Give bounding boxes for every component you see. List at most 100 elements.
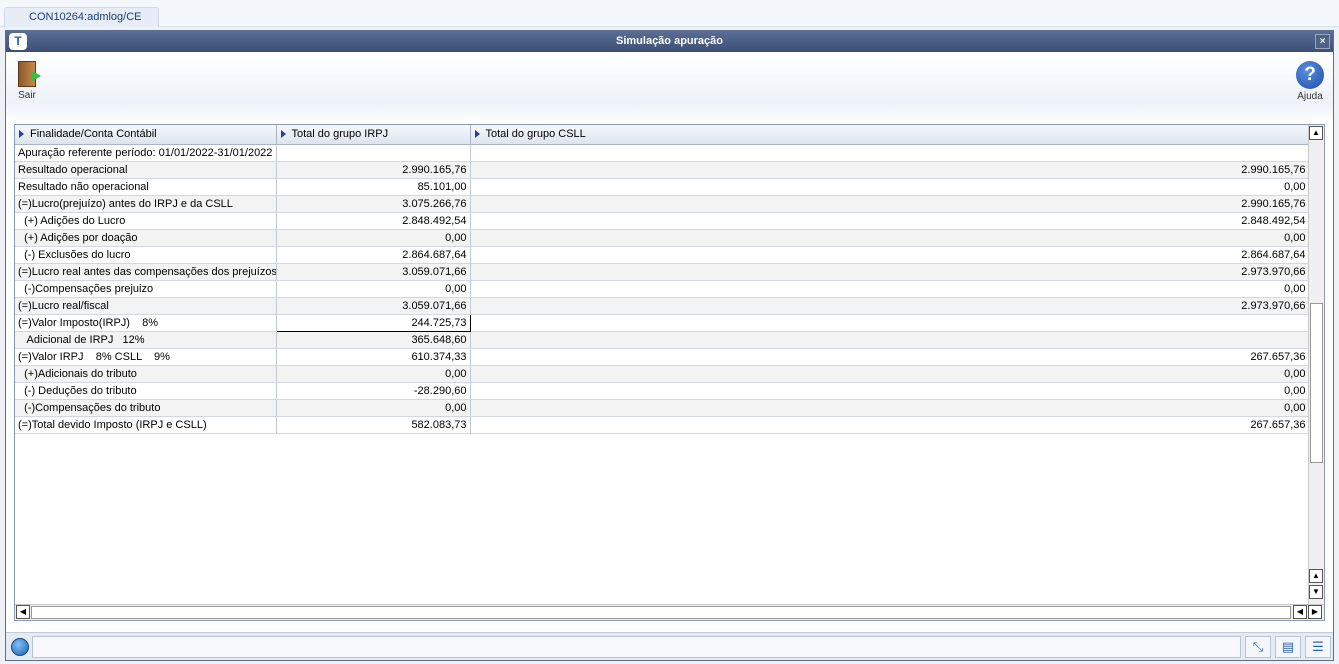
irpj-value-cell[interactable]: 0,00 bbox=[276, 399, 471, 417]
scroll-up-icon[interactable]: ▲ bbox=[1309, 126, 1323, 140]
account-cell[interactable]: Resultado operacional bbox=[15, 161, 277, 179]
irpj-value-cell[interactable]: 610.374,33 bbox=[276, 348, 471, 366]
account-cell[interactable]: Adicional de IRPJ 12% bbox=[15, 331, 277, 349]
csll-value-cell[interactable]: 2.973.970,66 bbox=[470, 263, 1310, 281]
scroll-left-icon[interactable]: ◀ bbox=[16, 605, 30, 619]
toolbar: Sair ? Ajuda bbox=[6, 52, 1333, 124]
results-table: Finalidade/Conta Contábil Total do grupo… bbox=[15, 125, 1310, 434]
help-button-label: Ajuda bbox=[1297, 91, 1323, 102]
csll-value-cell[interactable]: 0,00 bbox=[470, 399, 1310, 417]
table-row[interactable]: Resultado operacional 2.990.165,76 2.990.1… bbox=[15, 161, 1310, 179]
scroll-right-end-icon[interactable]: ◀ bbox=[1293, 605, 1307, 619]
account-cell[interactable]: (-) Deduções do tributo bbox=[15, 382, 277, 400]
irpj-value-cell[interactable]: 0,00 bbox=[276, 365, 471, 383]
table-row[interactable]: (=)Total devido Imposto (IRPJ e CSLL) 582… bbox=[15, 416, 1310, 434]
session-tab[interactable]: CON10264:admlog/CE bbox=[4, 7, 159, 27]
irpj-value-cell[interactable]: 0,00 bbox=[276, 229, 471, 247]
account-cell[interactable]: (-)Compensações do tributo bbox=[15, 399, 277, 417]
window-titlebar: T Simulação apuração × bbox=[6, 31, 1333, 52]
account-cell[interactable]: Resultado não operacional bbox=[15, 178, 277, 196]
irpj-value-cell[interactable]: 365.648,60 bbox=[276, 331, 471, 349]
vertical-scroll-thumb[interactable] bbox=[1310, 303, 1323, 463]
account-cell[interactable]: (=)Total devido Imposto (IRPJ e CSLL) bbox=[15, 416, 277, 434]
horizontal-scrollbar[interactable]: ◀ ◀ ▶ bbox=[15, 604, 1324, 620]
horizontal-scroll-thumb[interactable] bbox=[31, 606, 1291, 619]
column-header-csll[interactable]: Total do grupo CSLL bbox=[470, 125, 1310, 145]
irpj-value-cell[interactable]: 244.725,73 bbox=[275, 313, 471, 332]
csll-value-cell[interactable]: 0,00 bbox=[470, 229, 1310, 247]
table-row[interactable]: Apuração referente período: 01/01/2022-3… bbox=[15, 144, 1310, 162]
table-row[interactable]: (=)Lucro real antes das compensações dos… bbox=[15, 263, 1310, 281]
account-cell[interactable]: (=)Valor IRPJ 8% CSLL 9% bbox=[15, 348, 277, 366]
table-row[interactable]: (-)Compensações prejuizo 0,00 0,00 bbox=[15, 280, 1310, 298]
app-logo-icon: T bbox=[9, 33, 27, 50]
column-header-irpj[interactable]: Total do grupo IRPJ bbox=[276, 125, 471, 145]
account-cell[interactable]: (+)Adicionais do tributo bbox=[15, 365, 277, 383]
vertical-scrollbar[interactable]: ▲ ▲ ▼ bbox=[1308, 125, 1324, 605]
table-row[interactable]: (=)Lucro real/fiscal 3.059.071,66 2.973.97… bbox=[15, 297, 1310, 315]
account-cell[interactable]: (+) Adições do Lucro bbox=[15, 212, 277, 230]
irpj-value-cell[interactable]: 0,00 bbox=[276, 280, 471, 298]
table-row[interactable]: (-)Compensações do tributo 0,00 0,00 bbox=[15, 399, 1310, 417]
table-row[interactable]: (=)Lucro(prejuízo) antes do IRPJ e da CS… bbox=[15, 195, 1310, 213]
account-cell[interactable]: (=)Lucro real/fiscal bbox=[15, 297, 277, 315]
csll-value-cell[interactable]: 0,00 bbox=[470, 280, 1310, 298]
irpj-value-cell[interactable]: -28.290,60 bbox=[276, 382, 471, 400]
results-grid: Finalidade/Conta Contábil Total do grupo… bbox=[14, 124, 1325, 621]
column-header-account[interactable]: Finalidade/Conta Contábil bbox=[15, 125, 277, 145]
irpj-value-cell[interactable]: 2.864.687,64 bbox=[276, 246, 471, 264]
irpj-value-cell[interactable]: 582.083,73 bbox=[276, 416, 471, 434]
csll-value-cell[interactable]: 267.657,36 bbox=[470, 416, 1310, 434]
table-row[interactable]: (-) Deduções do tributo -28.290,60 0,00 bbox=[15, 382, 1310, 400]
table-row[interactable]: (-) Exclusões do lucro 2.864.687,64 2.864.… bbox=[15, 246, 1310, 264]
irpj-value-cell[interactable]: 2.848.492,54 bbox=[276, 212, 471, 230]
exit-button[interactable]: Sair bbox=[12, 61, 42, 101]
csll-value-cell[interactable]: 2.973.970,66 bbox=[470, 297, 1310, 315]
account-cell[interactable]: (+) Adições por doação bbox=[15, 229, 277, 247]
irpj-value-cell[interactable] bbox=[276, 144, 471, 162]
csll-value-cell[interactable]: 0,00 bbox=[470, 382, 1310, 400]
print-icon[interactable]: ▤ bbox=[1275, 636, 1301, 658]
table-row[interactable]: (+) Adições por doação 0,00 0,00 bbox=[15, 229, 1310, 247]
csll-value-cell[interactable]: 2.864.687,64 bbox=[470, 246, 1310, 264]
irpj-value-cell[interactable]: 2.990.165,76 bbox=[276, 161, 471, 179]
table-row[interactable]: (=)Valor Imposto(IRPJ) 8% 244.725,73 bbox=[15, 313, 1310, 332]
account-cell[interactable]: (-) Exclusões do lucro bbox=[15, 246, 277, 264]
table-row[interactable]: Resultado não operacional 85.101,00 0,00 bbox=[15, 178, 1310, 196]
sort-triangle-icon bbox=[474, 130, 480, 139]
csll-value-cell[interactable] bbox=[470, 314, 1310, 332]
csll-value-cell[interactable] bbox=[470, 144, 1310, 162]
csll-value-cell[interactable]: 0,00 bbox=[470, 365, 1310, 383]
irpj-value-cell[interactable]: 3.059.071,66 bbox=[276, 263, 471, 281]
resize-arrow-icon[interactable]: ⤡ bbox=[1245, 636, 1271, 658]
irpj-value-cell[interactable]: 85.101,00 bbox=[276, 178, 471, 196]
chat-message-icon[interactable]: ☰ bbox=[1305, 636, 1331, 658]
csll-value-cell[interactable]: 267.657,36 bbox=[470, 348, 1310, 366]
account-cell[interactable]: Apuração referente período: 01/01/2022-3… bbox=[15, 144, 277, 162]
help-button[interactable]: ? Ajuda bbox=[1293, 61, 1327, 102]
csll-value-cell[interactable]: 0,00 bbox=[470, 178, 1310, 196]
csll-value-cell[interactable]: 2.990.165,76 bbox=[470, 161, 1310, 179]
sort-triangle-icon bbox=[19, 130, 24, 139]
scroll-page-up-icon[interactable]: ▲ bbox=[1309, 569, 1323, 583]
session-bar: CON10264:admlog/CE bbox=[0, 0, 1339, 27]
account-cell[interactable]: (-)Compensações prejuizo bbox=[15, 280, 277, 298]
scroll-right-icon[interactable]: ▶ bbox=[1308, 605, 1322, 619]
table-row[interactable]: (+)Adicionais do tributo 0,00 0,00 bbox=[15, 365, 1310, 383]
table-row[interactable]: (+) Adições do Lucro 2.848.492,54 2.848.49… bbox=[15, 212, 1310, 230]
account-cell[interactable]: (=)Lucro(prejuízo) antes do IRPJ e da CS… bbox=[15, 195, 277, 213]
header-row: Finalidade/Conta Contábil Total do grupo… bbox=[15, 125, 1310, 145]
csll-value-cell[interactable] bbox=[470, 331, 1310, 349]
scroll-down-icon[interactable]: ▼ bbox=[1309, 585, 1323, 599]
close-icon[interactable]: × bbox=[1315, 34, 1330, 49]
table-row[interactable]: (=)Valor IRPJ 8% CSLL 9% 610.374,33 267.65… bbox=[15, 348, 1310, 366]
csll-value-cell[interactable]: 2.848.492,54 bbox=[470, 212, 1310, 230]
irpj-value-cell[interactable]: 3.059.071,66 bbox=[276, 297, 471, 315]
account-cell[interactable]: (=)Lucro real antes das compensações dos… bbox=[15, 263, 277, 281]
irpj-value-cell[interactable]: 3.075.266,76 bbox=[276, 195, 471, 213]
table-row[interactable]: Adicional de IRPJ 12% 365.648,60 bbox=[15, 331, 1310, 349]
results-table-body: Apuração referente período: 01/01/2022-3… bbox=[15, 144, 1310, 434]
account-cell[interactable]: (=)Valor Imposto(IRPJ) 8% bbox=[15, 314, 277, 332]
csll-value-cell[interactable]: 2.990.165,76 bbox=[470, 195, 1310, 213]
globe-icon[interactable] bbox=[11, 638, 29, 656]
